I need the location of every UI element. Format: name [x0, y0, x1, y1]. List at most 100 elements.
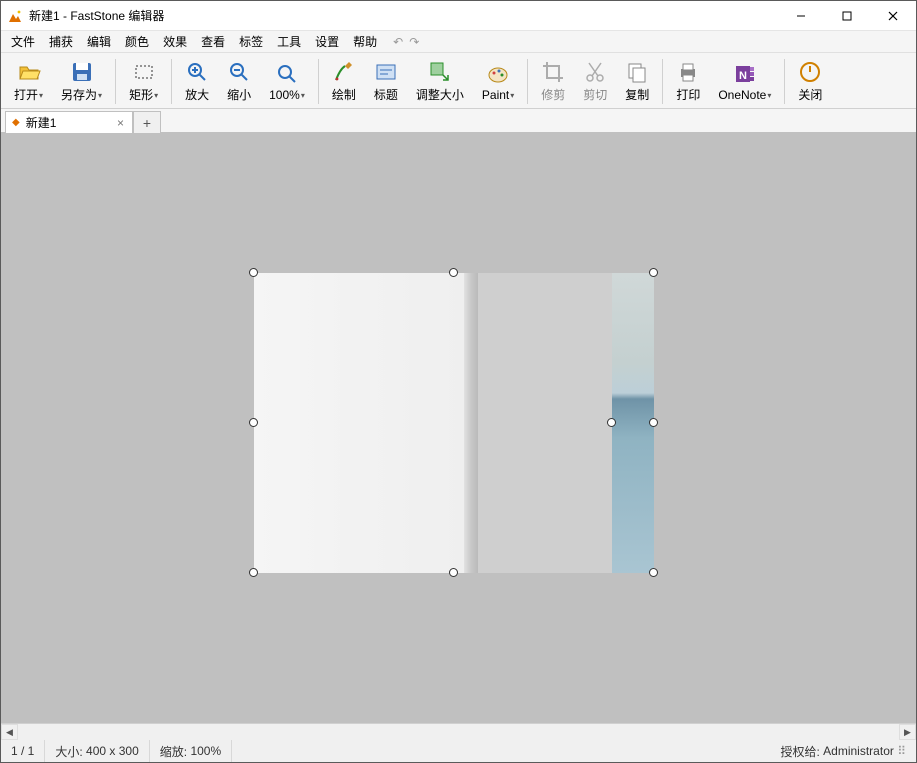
tab-add-button[interactable]: + [133, 111, 161, 133]
canvas-image[interactable] [254, 273, 654, 573]
chevron-down-icon: ▾ [39, 91, 43, 100]
open-label: 打开▾ [14, 86, 43, 103]
toolbar-separator [318, 59, 319, 104]
zoomout-button[interactable]: 缩小 [218, 55, 260, 108]
status-page: 1 / 1 [1, 740, 45, 762]
rect-icon [132, 60, 156, 84]
maximize-button[interactable] [824, 1, 870, 30]
close-label: 关闭 [798, 86, 822, 103]
image-region-gutter [464, 273, 478, 573]
menu-6[interactable]: 标签 [233, 31, 269, 52]
image-region-mid [478, 273, 612, 573]
selection-handle-ne[interactable] [649, 268, 658, 277]
status-size: 大小: 400 x 300 [45, 740, 149, 762]
selection-handle-e[interactable] [649, 418, 658, 427]
copy-button[interactable]: 复制 [616, 55, 658, 108]
toolbar: 打开▾ 另存为▾ 矩形▾ 放大 缩小 100%▾ 绘制 标题调整大小Paint▾修剪剪切复制打… [1, 53, 916, 109]
saveas-label: 另存为▾ [61, 86, 102, 103]
open-button[interactable]: 打开▾ [5, 55, 52, 108]
titlebar: 新建1 - FastStone 编辑器 [1, 1, 916, 31]
rect-button[interactable]: 矩形▾ [120, 55, 167, 108]
close-button[interactable]: 关闭 [789, 55, 831, 108]
zoomout-label: 缩小 [227, 86, 251, 103]
resize-grip-icon[interactable]: ⠿ [897, 744, 906, 758]
menu-4[interactable]: 效果 [157, 31, 193, 52]
redo-icon[interactable]: ↷ [409, 35, 419, 49]
draw-label: 绘制 [332, 86, 356, 103]
crop-icon [541, 60, 565, 84]
window-title: 新建1 - FastStone 编辑器 [29, 7, 778, 24]
draw-icon [332, 60, 356, 84]
menubar: 文件捕获编辑颜色效果查看标签工具设置帮助 ↶ ↷ [1, 31, 916, 53]
chevron-down-icon: ▾ [301, 91, 305, 100]
status-zoom: 缩放: 100% [150, 740, 232, 762]
cut-icon [583, 60, 607, 84]
saveas-button[interactable]: 另存为▾ [52, 55, 111, 108]
menu-5[interactable]: 查看 [195, 31, 231, 52]
scroll-track[interactable] [18, 724, 899, 740]
toolbar-separator [784, 59, 785, 104]
selection-handle-w[interactable] [249, 418, 258, 427]
rect-label: 矩形▾ [129, 86, 158, 103]
zoom100-button[interactable]: 100%▾ [260, 55, 314, 108]
onenote-icon: N [733, 62, 757, 86]
open-icon [17, 60, 41, 84]
selection-handle-inner[interactable] [607, 418, 616, 427]
onenote-button[interactable]: N OneNote▾ [709, 55, 780, 108]
tab-close-icon[interactable]: × [115, 116, 126, 130]
resize-button[interactable]: 调整大小 [407, 55, 473, 108]
toolbar-separator [115, 59, 116, 104]
tab-document[interactable]: ◆ 新建1 × [5, 111, 133, 133]
onenote-label: OneNote▾ [718, 88, 771, 102]
menu-0[interactable]: 文件 [5, 31, 41, 52]
cut-label: 剪切 [583, 86, 607, 103]
statusbar: 1 / 1 大小: 400 x 300 缩放: 100% 授权给: Admini… [1, 740, 916, 762]
image-surface [254, 273, 654, 573]
print-icon [676, 60, 700, 84]
toolbar-separator [662, 59, 663, 104]
menu-3[interactable]: 颜色 [119, 31, 155, 52]
selection-handle-sw[interactable] [249, 568, 258, 577]
scroll-right-icon[interactable]: ▶ [899, 724, 916, 740]
tab-label: 新建1 [26, 114, 109, 131]
copy-icon [625, 60, 649, 84]
menu-2[interactable]: 编辑 [81, 31, 117, 52]
menu-7[interactable]: 工具 [271, 31, 307, 52]
undo-icon[interactable]: ↶ [393, 35, 403, 49]
image-region-left [254, 273, 464, 573]
zoomin-label: 放大 [185, 86, 209, 103]
zoomout-icon [227, 60, 251, 84]
caption-button[interactable]: 标题 [365, 55, 407, 108]
menu-1[interactable]: 捕获 [43, 31, 79, 52]
dirty-indicator-icon: ◆ [12, 117, 20, 128]
chevron-down-icon: ▾ [767, 91, 771, 100]
canvas-area[interactable] [1, 133, 916, 723]
close-window-button[interactable] [870, 1, 916, 30]
chevron-down-icon: ▾ [154, 91, 158, 100]
saveas-icon [70, 60, 94, 84]
minimize-button[interactable] [778, 1, 824, 30]
status-auth: 授权给: Administrator ⠿ [770, 740, 916, 762]
selection-handle-se[interactable] [649, 568, 658, 577]
zoomin-button[interactable]: 放大 [176, 55, 218, 108]
menu-9[interactable]: 帮助 [347, 31, 383, 52]
zoom100-label: 100%▾ [269, 88, 305, 102]
menu-8[interactable]: 设置 [309, 31, 345, 52]
crop-button: 修剪 [532, 55, 574, 108]
paint-icon [486, 62, 510, 86]
paint-button[interactable]: Paint▾ [473, 55, 523, 108]
toolbar-separator [171, 59, 172, 104]
draw-button[interactable]: 绘制 [323, 55, 365, 108]
selection-handle-n[interactable] [449, 268, 458, 277]
selection-handle-s[interactable] [449, 568, 458, 577]
chevron-down-icon: ▾ [510, 91, 514, 100]
caption-label: 标题 [374, 86, 398, 103]
chevron-down-icon: ▾ [98, 91, 102, 100]
close-icon [798, 60, 822, 84]
print-button[interactable]: 打印 [667, 55, 709, 108]
horizontal-scrollbar[interactable]: ◀ ▶ [1, 723, 916, 740]
image-region-photo [612, 273, 654, 573]
scroll-left-icon[interactable]: ◀ [1, 724, 18, 740]
svg-text:N: N [739, 70, 747, 82]
selection-handle-nw[interactable] [249, 268, 258, 277]
